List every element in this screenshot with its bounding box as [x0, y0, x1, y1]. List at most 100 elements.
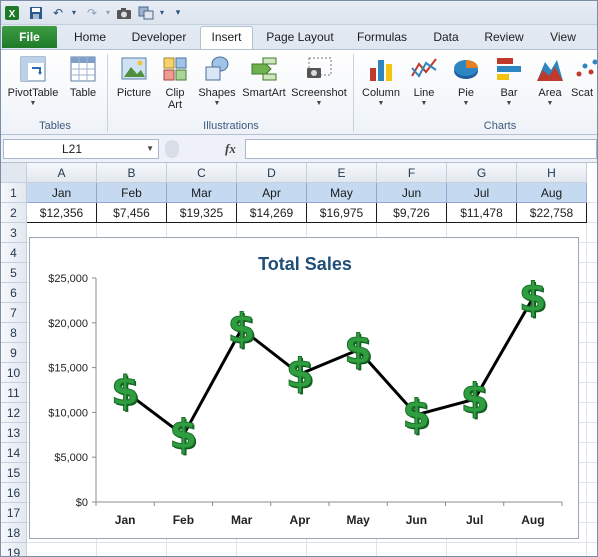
pie-chart-button[interactable]: Pie ▼ [447, 54, 485, 107]
undo-dropdown-icon[interactable]: ▾ [65, 4, 83, 21]
picture-icon [121, 57, 147, 80]
row-header[interactable]: 14 [1, 443, 27, 463]
sales-value-cell[interactable]: $7,456 [97, 203, 167, 223]
dollar-marker: $ [461, 376, 489, 422]
scatter-chart-button[interactable]: Scat [571, 54, 597, 99]
month-header-cell[interactable]: Jul [447, 183, 517, 203]
sales-value-cell[interactable]: $14,269 [237, 203, 307, 223]
row-header[interactable]: 10 [1, 363, 27, 383]
row-header[interactable]: 11 [1, 383, 27, 403]
name-box-value: L21 [62, 142, 83, 156]
tab-file[interactable]: File [2, 26, 57, 48]
x-tick-label: Jun [406, 513, 427, 527]
formula-input[interactable] [245, 139, 597, 159]
month-header-cell[interactable]: Apr [237, 183, 307, 203]
tab-home[interactable]: Home [67, 29, 113, 49]
column-header[interactable]: E [307, 163, 377, 183]
select-all-corner[interactable] [1, 163, 27, 183]
pivottable-icon [20, 56, 46, 82]
sales-chart[interactable]: Total Sales $0 $5,000 $10,000 $15,000 $20,000… [29, 237, 579, 539]
excel-logo-icon[interactable]: X [3, 4, 21, 21]
column-chart-button[interactable]: Column ▼ [359, 54, 403, 107]
month-header-cell[interactable]: Mar [167, 183, 237, 203]
shapes-button[interactable]: Shapes ▼ [195, 54, 239, 107]
chevron-down-icon: ▼ [29, 100, 37, 107]
excel-window: X ↶ ▾ ↷ ▾ ▾ ▾ File Home Developer Insert… [0, 0, 598, 557]
row-header[interactable]: 3 [1, 223, 27, 243]
chevron-down-icon: ▼ [315, 100, 323, 107]
column-header[interactable]: F [377, 163, 447, 183]
sales-value-cell[interactable]: $12,356 [27, 203, 97, 223]
sales-value-cell[interactable]: $16,975 [307, 203, 377, 223]
resize-handle[interactable] [165, 140, 179, 158]
pivottable-button[interactable]: PivotTable ▼ [5, 54, 61, 107]
row-header[interactable]: 5 [1, 263, 27, 283]
pivottable-label: PivotTable [7, 87, 59, 99]
column-header[interactable]: B [97, 163, 167, 183]
x-tick-label: Apr [290, 513, 311, 527]
dollar-marker: $ [402, 392, 430, 438]
tab-view[interactable]: View [545, 29, 581, 49]
sales-value-cell[interactable]: $9,726 [377, 203, 447, 223]
column-header[interactable]: D [237, 163, 307, 183]
chart-svg: Total Sales $0 $5,000 $10,000 $15,000 $20,000… [48, 254, 563, 527]
row-header[interactable]: 8 [1, 323, 27, 343]
row-header[interactable]: 17 [1, 503, 27, 523]
row-header[interactable]: 19 [1, 543, 27, 556]
row-header[interactable]: 2 [1, 203, 27, 223]
name-box[interactable]: L21 ▼ [3, 139, 159, 159]
row-header[interactable]: 6 [1, 283, 27, 303]
row-header[interactable]: 4 [1, 243, 27, 263]
row-header[interactable]: 15 [1, 463, 27, 483]
row-header[interactable]: 18 [1, 523, 27, 543]
row-header[interactable]: 9 [1, 343, 27, 363]
line-chart-button[interactable]: Line ▼ [405, 54, 443, 107]
chevron-down-icon: ▼ [546, 100, 554, 107]
clipart-label-line1: Clip [165, 87, 185, 99]
dollar-marker: $ [286, 351, 314, 397]
row-header[interactable]: 1 [1, 183, 27, 203]
smartart-button[interactable]: SmartArt [240, 54, 288, 99]
camera-icon[interactable] [115, 4, 133, 21]
tab-insert[interactable]: Insert [200, 26, 253, 50]
y-tick-label: $15,000 [48, 363, 88, 375]
month-header-cell[interactable]: Jan [27, 183, 97, 203]
tab-page-layout[interactable]: Page Layout [265, 29, 335, 49]
chevron-down-icon[interactable]: ▼ [146, 140, 154, 158]
tab-formulas[interactable]: Formulas [353, 29, 411, 49]
row-header[interactable]: 7 [1, 303, 27, 323]
month-header-cell[interactable]: Aug [517, 183, 587, 203]
customize-icon[interactable]: ▾ [169, 4, 187, 21]
column-header[interactable]: H [517, 163, 587, 183]
month-header-cell[interactable]: May [307, 183, 377, 203]
sales-value-cell[interactable]: $11,478 [447, 203, 517, 223]
area-chart-icon [537, 60, 563, 81]
scatter-label: Scat [571, 87, 594, 99]
x-tick-label: Feb [173, 513, 194, 527]
bar-chart-button[interactable]: Bar ▼ [489, 54, 529, 107]
table-button[interactable]: Table [65, 54, 101, 99]
column-header[interactable]: G [447, 163, 517, 183]
month-header-cell[interactable]: Jun [377, 183, 447, 203]
screenshot-button[interactable]: Screenshot ▼ [289, 54, 349, 107]
month-header-cell[interactable]: Feb [97, 183, 167, 203]
dollar-marker: $ [228, 306, 256, 352]
area-chart-button[interactable]: Area ▼ [531, 54, 569, 107]
clipart-button[interactable]: Clip Art [159, 54, 191, 111]
save-icon[interactable] [27, 4, 45, 21]
column-header[interactable]: C [167, 163, 237, 183]
group-separator [353, 54, 354, 132]
picture-button[interactable]: Picture [113, 54, 155, 99]
insert-function-icon[interactable]: fx [225, 141, 236, 157]
chevron-down-icon: ▼ [213, 100, 221, 107]
tab-developer[interactable]: Developer [127, 29, 191, 49]
tab-review[interactable]: Review [480, 29, 528, 49]
row-header[interactable]: 12 [1, 403, 27, 423]
sales-value-cell[interactable]: $22,758 [517, 203, 587, 223]
column-header[interactable]: A [27, 163, 97, 183]
row-header[interactable]: 16 [1, 483, 27, 503]
sales-value-cell[interactable]: $19,325 [167, 203, 237, 223]
row-header[interactable]: 13 [1, 423, 27, 443]
tab-data[interactable]: Data [429, 29, 463, 49]
group-label-illustrations: Illustrations [203, 120, 259, 132]
